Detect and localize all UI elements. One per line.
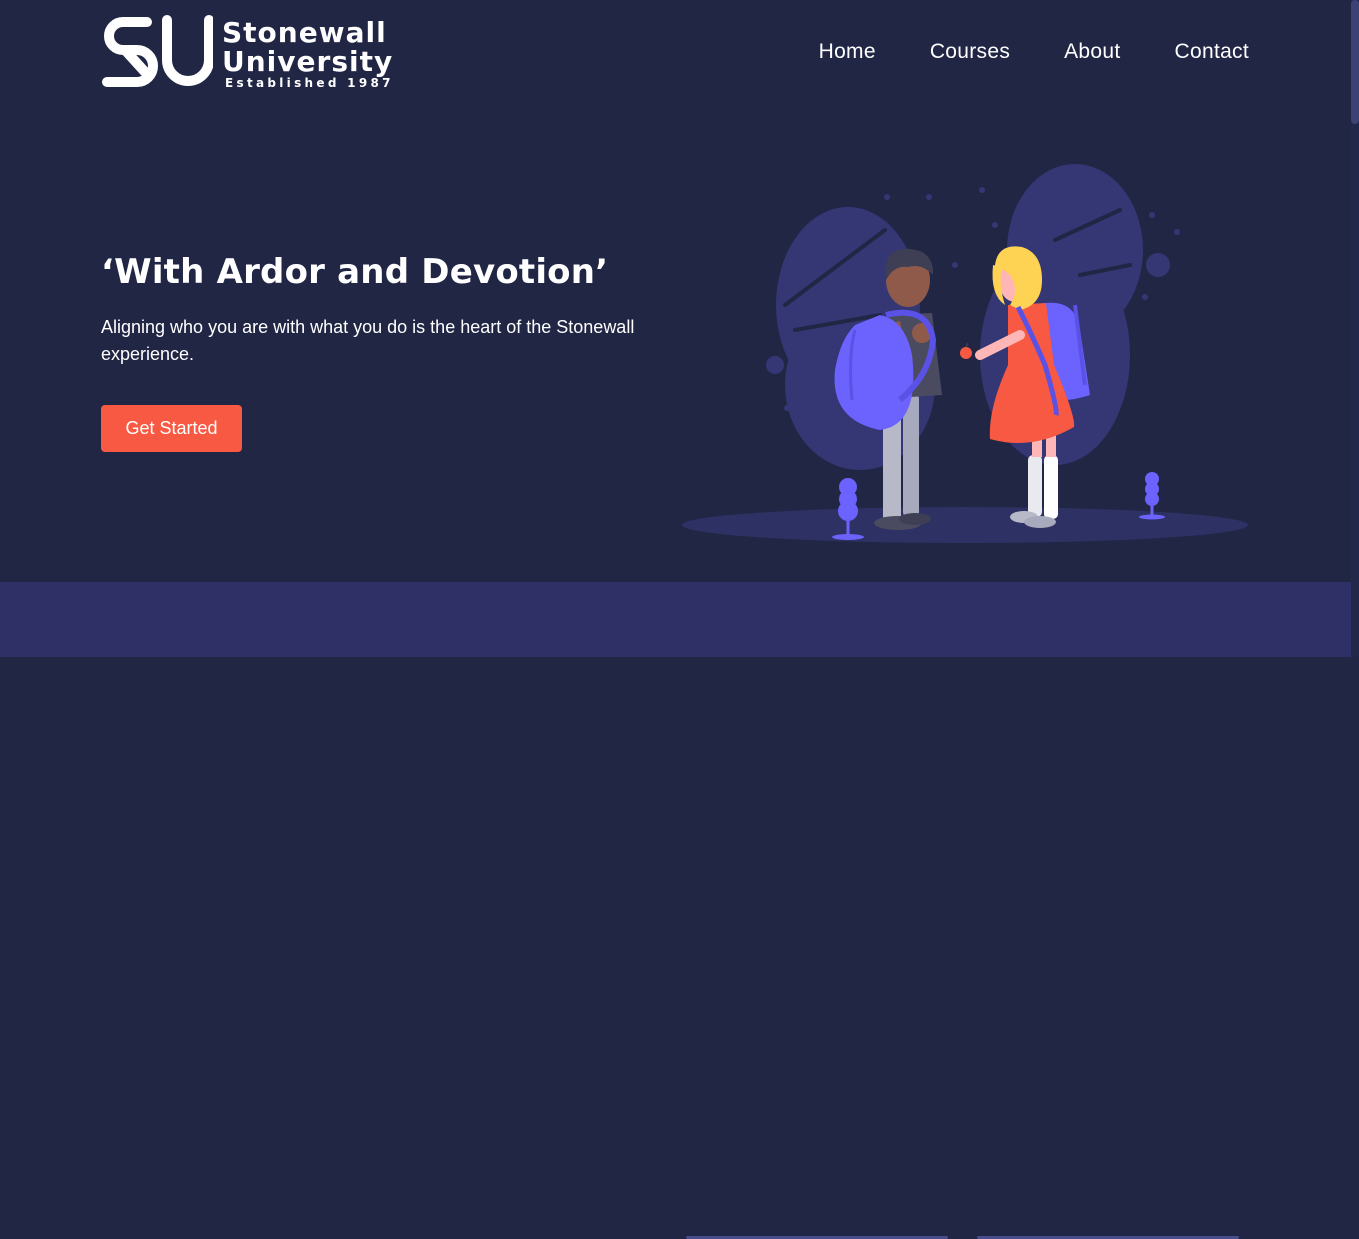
- get-started-button[interactable]: Get Started: [101, 405, 242, 452]
- nav-home[interactable]: Home: [819, 40, 876, 64]
- brand-name-line1: Stonewall: [222, 16, 387, 49]
- main-nav: Home Courses About Contact: [819, 40, 1249, 64]
- nav-about[interactable]: About: [1064, 40, 1120, 64]
- brand-name: Stonewall University: [222, 18, 393, 76]
- hero-description: Aligning who you are with what you do is…: [101, 317, 635, 364]
- scrollbar-thumb[interactable]: [1351, 0, 1359, 124]
- brand-name-line2: University: [222, 45, 394, 78]
- hero-title: ‘With Ardor and Devotion’: [101, 252, 609, 292]
- page-scrollbar[interactable]: [1351, 0, 1359, 657]
- su-monogram-icon: [102, 15, 213, 87]
- site-logo[interactable]: Stonewall University Established 1987: [101, 14, 411, 92]
- nav-contact[interactable]: Contact: [1175, 40, 1249, 64]
- brand-established: Established 1987: [225, 76, 394, 90]
- students-illustration: [682, 164, 1248, 543]
- next-section-band: [0, 582, 1351, 1239]
- nav-courses[interactable]: Courses: [930, 40, 1010, 64]
